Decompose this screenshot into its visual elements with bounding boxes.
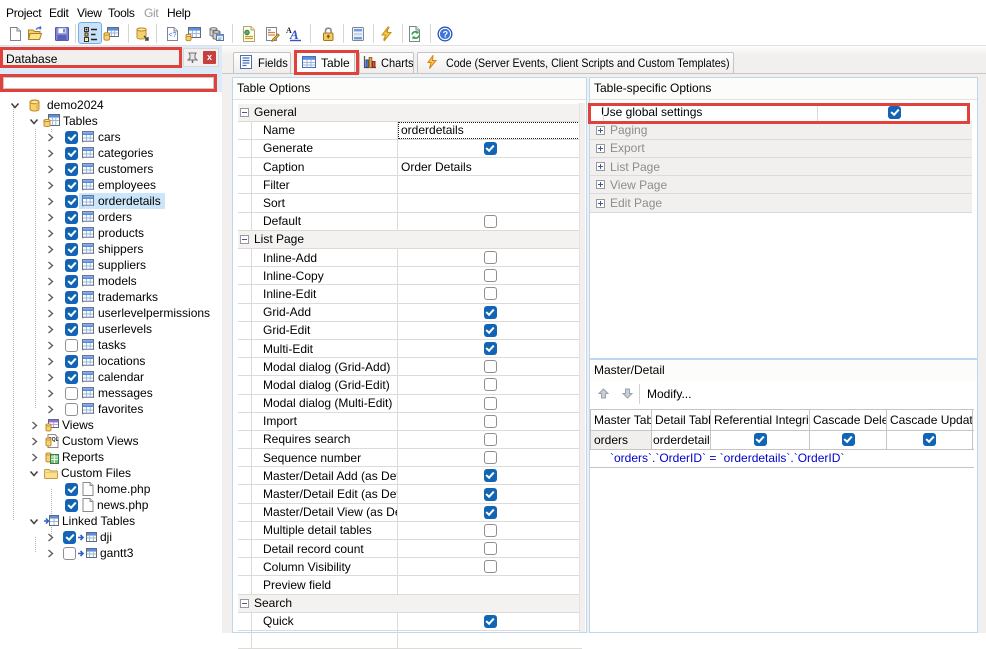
svg-text:<?: <? [169, 32, 177, 39]
svg-text:?: ? [443, 30, 449, 40]
svg-text:A: A [289, 27, 299, 42]
